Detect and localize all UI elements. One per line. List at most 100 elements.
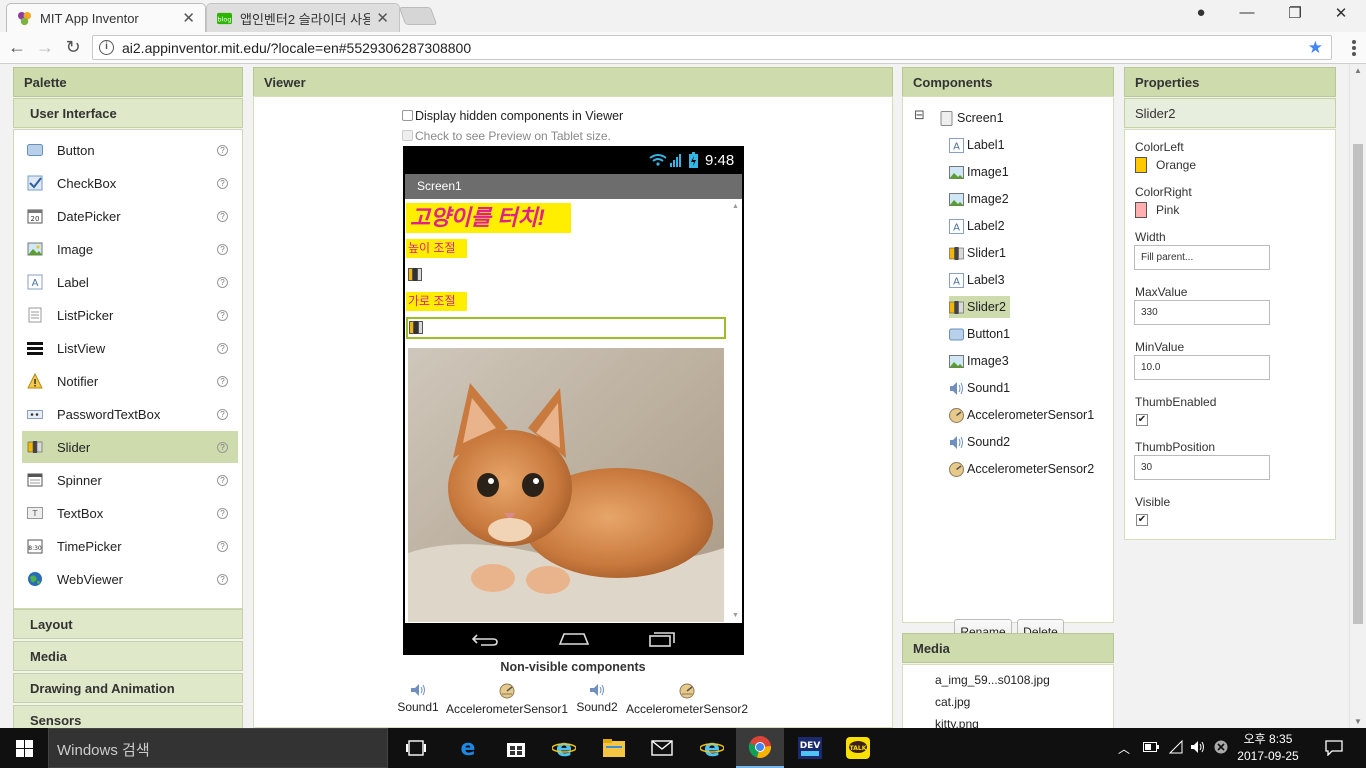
help-icon[interactable]: ? [217, 177, 228, 189]
new-tab-button[interactable] [398, 7, 438, 25]
visible-checkbox[interactable]: ✔ [1136, 514, 1148, 526]
back-nav-icon[interactable] [471, 632, 499, 646]
file-explorer-icon[interactable] [590, 728, 638, 768]
minimize-button[interactable]: — [1232, 4, 1262, 21]
tree-item-image3[interactable]: Image3 [949, 350, 1013, 372]
nonvisible-accelerometer1[interactable]: AccelerometerSensor1 [444, 683, 570, 716]
nonvisible-accelerometer2[interactable]: AccelerometerSensor2 [624, 683, 750, 716]
tab-blog-slider[interactable]: blog 앱인벤터2 슬라이더 사용 ✕ [206, 3, 400, 32]
palette-section-user-interface[interactable]: User Interface [13, 98, 243, 128]
media-file[interactable]: a_img_59...s0108.jpg [935, 673, 1050, 687]
help-icon[interactable]: ? [217, 573, 228, 585]
url-text[interactable]: ai2.appinventor.mit.edu/?locale=en#55293… [122, 40, 1308, 56]
maximize-button[interactable]: ❐ [1280, 4, 1310, 22]
tray-chevron-icon[interactable]: ︿ [1118, 740, 1130, 757]
thumb-position-field[interactable]: 30 [1134, 455, 1270, 480]
nonvisible-sound1[interactable]: Sound1 [395, 683, 441, 714]
home-nav-icon[interactable] [558, 632, 590, 646]
palette-item-label[interactable]: A Label ? [22, 266, 238, 298]
tray-clock[interactable]: 오후 8:35 2017-09-25 [1236, 731, 1300, 765]
back-button[interactable]: ← [6, 37, 28, 57]
kitten-image[interactable] [408, 348, 724, 622]
volume-tray-icon[interactable] [1190, 739, 1206, 755]
palette-section-layout[interactable]: Layout [13, 609, 243, 639]
color-right-swatch[interactable] [1135, 202, 1147, 218]
help-icon[interactable]: ? [217, 474, 228, 486]
battery-tray-icon[interactable] [1143, 741, 1159, 753]
page-scrollbar[interactable]: ▲ ▼ [1349, 64, 1366, 728]
page-scrollbar-thumb[interactable] [1353, 144, 1363, 624]
palette-item-listpicker[interactable]: ListPicker ? [22, 299, 238, 331]
slider1-preview-icon[interactable] [408, 268, 424, 281]
store-icon[interactable] [492, 728, 540, 768]
edge-icon[interactable]: e [444, 728, 492, 768]
tree-item-sound1[interactable]: Sound1 [949, 377, 1014, 399]
forward-button[interactable]: → [34, 37, 56, 57]
nonvisible-sound2[interactable]: Sound2 [574, 683, 620, 714]
phone-screen-scrollbar[interactable]: ▲ ▼ [731, 203, 740, 619]
palette-item-notifier[interactable]: Notifier ? [22, 365, 238, 397]
profile-icon[interactable]: ● [1186, 4, 1216, 21]
label3-preview[interactable]: 가로 조절 [406, 292, 467, 311]
palette-item-checkbox[interactable]: CheckBox ? [22, 167, 238, 199]
help-icon[interactable]: ? [217, 540, 228, 552]
help-icon[interactable]: ? [217, 210, 228, 222]
color-right-value[interactable]: Pink [1156, 203, 1179, 217]
media-file[interactable]: kitty.png [935, 717, 979, 728]
dev-app-icon[interactable]: DEV [786, 728, 834, 768]
display-hidden-checkbox[interactable] [402, 110, 413, 121]
help-icon[interactable]: ? [217, 309, 228, 321]
tree-item-button1[interactable]: Button1 [949, 323, 1014, 345]
help-icon[interactable]: ? [217, 243, 228, 255]
media-file[interactable]: cat.jpg [935, 695, 970, 709]
min-value-field[interactable]: 10.0 [1134, 355, 1270, 380]
label1-preview[interactable]: 고양이를 터치! [406, 203, 571, 233]
palette-section-sensors[interactable]: Sensors [13, 705, 243, 728]
max-value-field[interactable]: 330 [1134, 300, 1270, 325]
action-center-icon[interactable] [1325, 740, 1343, 756]
chrome-icon[interactable] [736, 728, 784, 768]
help-icon[interactable]: ? [217, 441, 228, 453]
chrome-menu-icon[interactable] [1352, 40, 1356, 58]
close-tab-icon[interactable]: ✕ [182, 9, 195, 27]
palette-item-image[interactable]: Image ? [22, 233, 238, 265]
tablet-preview-checkbox-row[interactable]: Check to see Preview on Tablet size. [402, 129, 611, 143]
palette-item-spinner[interactable]: Spinner ? [22, 464, 238, 496]
color-left-value[interactable]: Orange [1156, 158, 1196, 172]
close-window-button[interactable]: ✕ [1326, 4, 1356, 22]
tree-item-label3[interactable]: A Label3 [949, 269, 1009, 291]
tree-item-label2[interactable]: A Label2 [949, 215, 1009, 237]
tree-item-accelerometersensor1[interactable]: AccelerometerSensor1 [949, 404, 1098, 426]
help-icon[interactable]: ? [217, 507, 228, 519]
reload-button[interactable]: ↻ [62, 37, 84, 57]
color-left-swatch[interactable] [1135, 157, 1147, 173]
recents-nav-icon[interactable] [648, 631, 676, 647]
palette-section-drawing-animation[interactable]: Drawing and Animation [13, 673, 243, 703]
display-hidden-checkbox-row[interactable]: Display hidden components in Viewer [402, 109, 623, 123]
tree-item-sound2[interactable]: Sound2 [949, 431, 1014, 453]
help-icon[interactable]: ? [217, 408, 228, 420]
palette-item-datepicker[interactable]: 20 DatePicker ? [22, 200, 238, 232]
tree-item-slider2[interactable]: Slider2 [949, 296, 1010, 318]
label2-preview[interactable]: 높이 조절 [406, 239, 467, 258]
windows-start-icon[interactable] [16, 740, 33, 757]
palette-item-button[interactable]: Button ? [22, 134, 238, 166]
close-tab-icon[interactable]: ✕ [376, 9, 389, 27]
notification-x-icon[interactable] [1214, 740, 1228, 754]
internet-explorer-icon-2[interactable]: e [688, 728, 736, 768]
palette-item-slider[interactable]: Slider ? [22, 431, 238, 463]
address-bar[interactable]: i ai2.appinventor.mit.edu/?locale=en#552… [92, 35, 1332, 60]
help-icon[interactable]: ? [217, 342, 228, 354]
tree-item-label1[interactable]: A Label1 [949, 134, 1009, 156]
palette-item-listview[interactable]: ListView ? [22, 332, 238, 364]
palette-section-media[interactable]: Media [13, 641, 243, 671]
palette-item-passwordtextbox[interactable]: PasswordTextBox ? [22, 398, 238, 430]
task-view-icon[interactable] [392, 728, 440, 768]
windows-search-box[interactable]: Windows 검색 [48, 728, 388, 768]
tab-mit-app-inventor[interactable]: MIT App Inventor ✕ [6, 3, 206, 32]
tree-item-screen1[interactable]: Screen1 [939, 107, 1008, 129]
palette-item-webviewer[interactable]: WebViewer ? [22, 563, 238, 595]
tree-item-image2[interactable]: Image2 [949, 188, 1013, 210]
width-field[interactable]: Fill parent... [1134, 245, 1270, 270]
help-icon[interactable]: ? [217, 144, 228, 156]
